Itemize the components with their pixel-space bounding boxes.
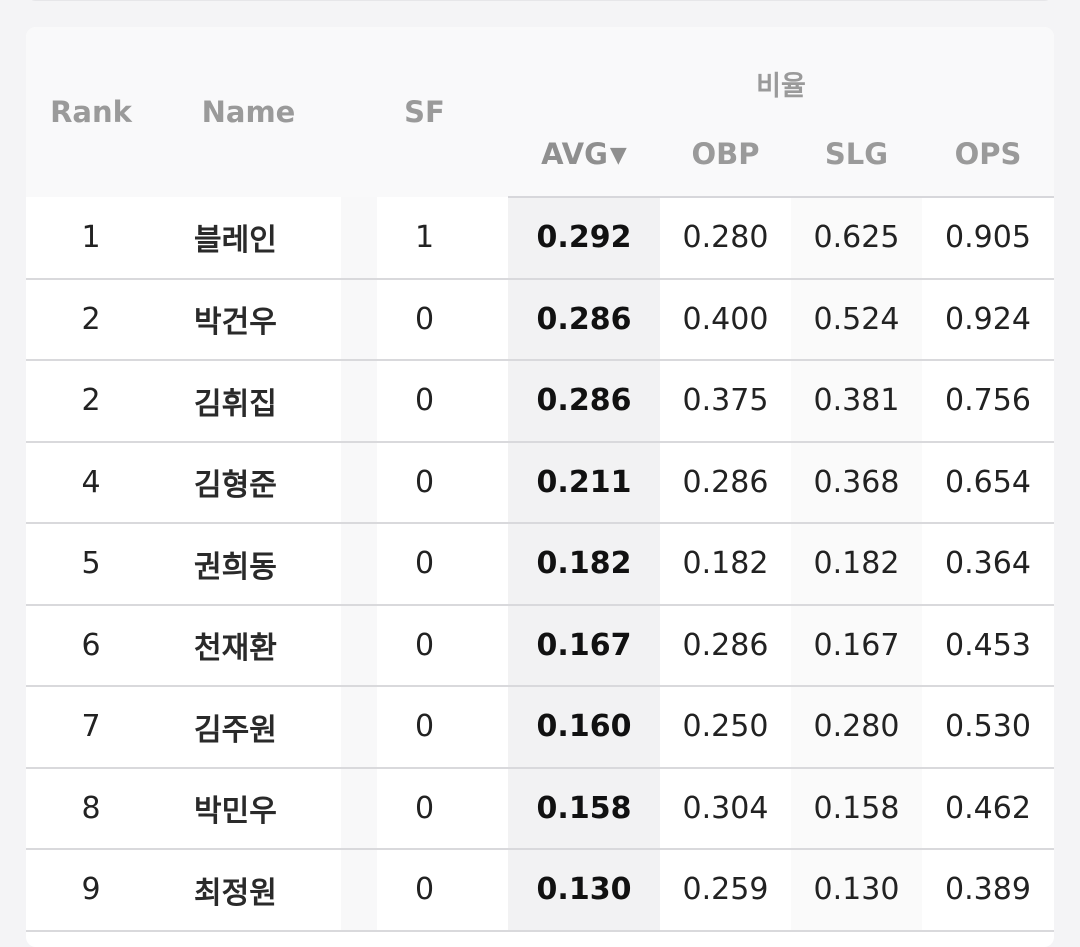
column-header-name[interactable]: Name [156,27,341,197]
sf-cell: 0 [341,278,508,361]
column-header-sf[interactable]: SF [341,27,508,197]
column-group-ratio: 비율 [508,27,1054,113]
sf-cell: 0 [341,360,508,443]
sort-descending-icon: ▼ [609,142,627,168]
slg-cell: 0.381 [791,360,922,443]
column-header-ops[interactable]: OPS [922,113,1054,198]
obp-cell: 0.304 [660,767,791,850]
player-name-cell[interactable]: 김형준 [156,441,341,524]
rank-cell: 7 [26,686,156,769]
table-row[interactable]: 8 박민우 0 0.158 0.304 0.158 0.462 [26,767,1054,850]
rank-cell: 4 [26,441,156,524]
avg-cell: 0.286 [508,360,660,443]
avg-cell: 0.292 [508,197,660,280]
table-row[interactable]: 5 권희동 0 0.182 0.182 0.182 0.364 [26,523,1054,606]
avg-cell: 0.130 [508,849,660,932]
column-header-slg[interactable]: SLG [791,113,922,198]
slg-cell: 0.280 [791,686,922,769]
obp-cell: 0.400 [660,278,791,361]
ops-cell: 0.654 [922,441,1054,524]
slg-cell: 0.130 [791,849,922,932]
ops-cell: 0.364 [922,523,1054,606]
avg-cell: 0.182 [508,523,660,606]
rank-cell: 8 [26,767,156,850]
avg-cell: 0.158 [508,767,660,850]
table-row[interactable]: 2 박건우 0 0.286 0.400 0.524 0.924 [26,278,1054,361]
rank-cell: 5 [26,523,156,606]
sf-cell: 0 [341,686,508,769]
slg-cell: 0.158 [791,767,922,850]
sf-cell: 0 [341,849,508,932]
slg-cell: 0.167 [791,604,922,687]
obp-cell: 0.182 [660,523,791,606]
stats-table-card: Rank Name SF 비율 AVG▼ OBP SLG OPS 1 블레인 1… [26,27,1054,947]
obp-cell: 0.280 [660,197,791,280]
avg-cell: 0.286 [508,278,660,361]
rank-cell: 6 [26,604,156,687]
sf-cell: 1 [341,197,508,280]
player-name-cell[interactable]: 김휘집 [156,360,341,443]
ops-cell: 0.462 [922,767,1054,850]
table-row[interactable]: 9 최정원 0 0.130 0.259 0.130 0.389 [26,849,1054,932]
obp-cell: 0.375 [660,360,791,443]
player-name-cell[interactable]: 최정원 [156,849,341,932]
sf-cell: 0 [341,523,508,606]
avg-cell: 0.160 [508,686,660,769]
obp-cell: 0.259 [660,849,791,932]
table-body: 1 블레인 1 0.292 0.280 0.625 0.905 2 박건우 0 … [26,197,1054,932]
obp-cell: 0.250 [660,686,791,769]
table-row[interactable]: 6 천재환 0 0.167 0.286 0.167 0.453 [26,604,1054,687]
slg-cell: 0.524 [791,278,922,361]
ops-cell: 0.924 [922,278,1054,361]
table-row[interactable]: 4 김형준 0 0.211 0.286 0.368 0.654 [26,441,1054,524]
ops-cell: 0.756 [922,360,1054,443]
table-row[interactable]: 2 김휘집 0 0.286 0.375 0.381 0.756 [26,360,1054,443]
column-header-obp[interactable]: OBP [660,113,791,198]
column-header-avg[interactable]: AVG▼ [508,113,660,198]
player-name-cell[interactable]: 천재환 [156,604,341,687]
slg-cell: 0.368 [791,441,922,524]
table-row[interactable]: 1 블레인 1 0.292 0.280 0.625 0.905 [26,197,1054,280]
obp-cell: 0.286 [660,604,791,687]
sf-cell: 0 [341,441,508,524]
rank-cell: 9 [26,849,156,932]
slg-cell: 0.182 [791,523,922,606]
previous-card-edge [26,0,1054,1]
rank-cell: 2 [26,278,156,361]
ops-cell: 0.453 [922,604,1054,687]
player-name-cell[interactable]: 김주원 [156,686,341,769]
column-header-rank[interactable]: Rank [26,27,156,197]
table-row[interactable]: 7 김주원 0 0.160 0.250 0.280 0.530 [26,686,1054,769]
sf-cell: 0 [341,767,508,850]
player-name-cell[interactable]: 박민우 [156,767,341,850]
batting-stats-table: Rank Name SF 비율 AVG▼ OBP SLG OPS 1 블레인 1… [26,27,1054,932]
rank-cell: 2 [26,360,156,443]
column-header-avg-label: AVG [541,136,608,171]
obp-cell: 0.286 [660,441,791,524]
rank-cell: 1 [26,197,156,280]
ops-cell: 0.530 [922,686,1054,769]
player-name-cell[interactable]: 박건우 [156,278,341,361]
avg-cell: 0.211 [508,441,660,524]
ops-cell: 0.389 [922,849,1054,932]
player-name-cell[interactable]: 블레인 [156,197,341,280]
table-header: Rank Name SF 비율 AVG▼ OBP SLG OPS [26,27,1054,198]
avg-cell: 0.167 [508,604,660,687]
ops-cell: 0.905 [922,197,1054,280]
sf-cell: 0 [341,604,508,687]
slg-cell: 0.625 [791,197,922,280]
player-name-cell[interactable]: 권희동 [156,523,341,606]
